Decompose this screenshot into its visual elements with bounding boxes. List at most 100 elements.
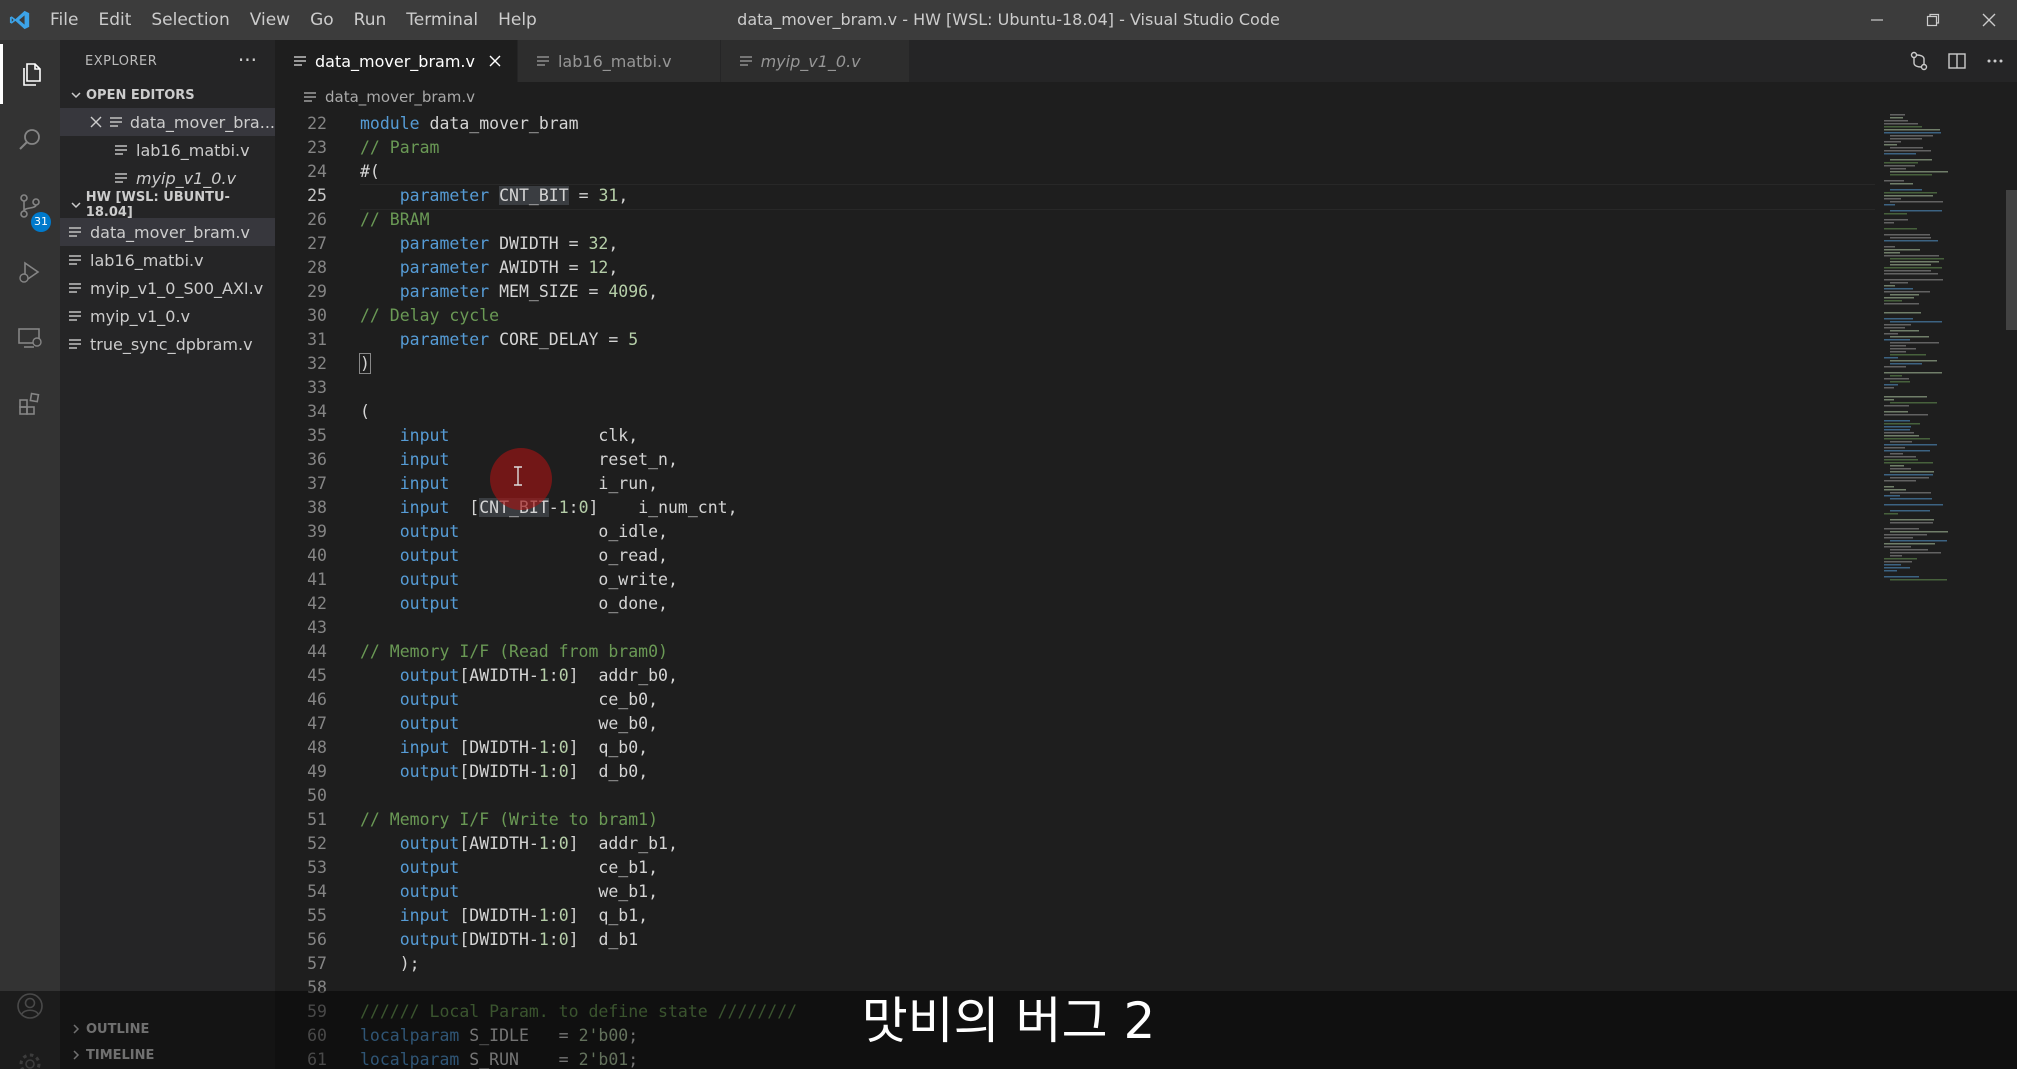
code-line[interactable]: 54 output we_b1, (275, 880, 1875, 904)
minimap-line (1884, 291, 1930, 293)
more-actions-button[interactable]: ··· (238, 48, 257, 72)
restore-button[interactable] (1905, 0, 1961, 40)
minimap-line (1890, 183, 1913, 185)
minimap-line (1890, 258, 1944, 260)
code-line[interactable]: 24 #( (275, 160, 1875, 184)
run-debug-button[interactable] (0, 242, 60, 302)
line-text: parameter CORE_DELAY = 5 (360, 328, 638, 352)
explorer-button[interactable] (0, 44, 60, 104)
close-tab-icon[interactable] (487, 54, 503, 68)
menu-selection[interactable]: Selection (141, 0, 239, 40)
code-line[interactable]: 50 (275, 784, 1875, 808)
code-line[interactable]: 26 // BRAM (275, 208, 1875, 232)
remote-explorer-button[interactable] (0, 308, 60, 368)
minimap-line (1884, 300, 1902, 302)
minimap-line (1890, 135, 1933, 137)
code-line[interactable]: 51 // Memory I/F (Write to bram1) (275, 808, 1875, 832)
code-line[interactable]: 23 // Param (275, 136, 1875, 160)
menu-view[interactable]: View (240, 0, 300, 40)
code-line[interactable]: 57 ); (275, 952, 1875, 976)
menu-file[interactable]: File (40, 0, 88, 40)
code-line[interactable]: 42 output o_done, (275, 592, 1875, 616)
scrollbar-thumb[interactable] (2006, 190, 2017, 330)
code-token: // Memory I/F (Write to bram1) (360, 810, 659, 829)
code-line[interactable]: 39 output o_idle, (275, 520, 1875, 544)
code-editor[interactable]: 22 module data_mover_bram 23 // Param 24 #(25… (275, 112, 2017, 1069)
code-line[interactable]: 25 parameter CNT_BIT = 31, (275, 184, 1875, 210)
open-editors-title: OPEN EDITORS (86, 87, 195, 103)
minimap-line (1884, 459, 1918, 461)
line-text: output[AWIDTH-1:0] addr_b0, (360, 664, 678, 688)
menu-terminal[interactable]: Terminal (396, 0, 488, 40)
code-line[interactable]: 53 output ce_b1, (275, 856, 1875, 880)
code-line[interactable]: 43 (275, 616, 1875, 640)
open-editor-item[interactable]: lab16_matbi.v (60, 136, 275, 164)
file-item[interactable]: lab16_matbi.v (60, 246, 275, 274)
code-token: , (608, 234, 619, 253)
file-item[interactable]: true_sync_dpbram.v (60, 330, 275, 358)
code-line[interactable]: 41 output o_write, (275, 568, 1875, 592)
menu-help[interactable]: Help (488, 0, 547, 40)
code-token: ) (359, 353, 371, 374)
code-line[interactable]: 22 module data_mover_bram (275, 112, 1875, 136)
line-number: 50 (307, 786, 327, 805)
code-line[interactable]: 30 // Delay cycle (275, 304, 1875, 328)
open-editor-item[interactable]: myip_v1_0.v (60, 164, 275, 192)
code-line[interactable]: 28 parameter AWIDTH = 12, (275, 256, 1875, 280)
code-line[interactable]: 33 (275, 376, 1875, 400)
minimize-button[interactable] (1849, 0, 1905, 40)
menu-run[interactable]: Run (344, 0, 397, 40)
menu-edit[interactable]: Edit (88, 0, 141, 40)
code-line[interactable]: 49 output[DWIDTH-1:0] d_b0, (275, 760, 1875, 784)
minimap-line (1884, 204, 1895, 206)
split-editor-icon[interactable] (1947, 51, 1967, 71)
open-changes-icon[interactable] (1909, 51, 1929, 71)
chevron-down-icon (66, 89, 86, 101)
file-item[interactable]: myip_v1_0_S00_AXI.v (60, 274, 275, 302)
code-line[interactable]: 45 output[AWIDTH-1:0] addr_b0, (275, 664, 1875, 688)
file-item[interactable]: data_mover_bram.v (60, 218, 275, 246)
breadcrumb-file: data_mover_bram.v (325, 88, 475, 106)
file-item[interactable]: myip_v1_0.v (60, 302, 275, 330)
code-line[interactable]: 40 output o_read, (275, 544, 1875, 568)
minimap-line (1884, 285, 1895, 287)
close-editor-icon[interactable] (88, 115, 105, 129)
code-line[interactable]: 47 output we_b0, (275, 712, 1875, 736)
search-button[interactable] (0, 110, 60, 170)
tab-lab16-matbi[interactable]: lab16_matbi.v (517, 40, 721, 82)
minimap-line (1890, 336, 1929, 338)
extensions-button[interactable] (0, 374, 60, 434)
minimap-line (1884, 240, 1938, 242)
code-line[interactable]: 48 input [DWIDTH-1:0] q_b0, (275, 736, 1875, 760)
close-icon (1982, 13, 1996, 27)
more-icon[interactable] (1985, 51, 2005, 71)
tab-myip-v1-0[interactable]: myip_v1_0.v (720, 40, 910, 82)
source-control-button[interactable]: 31 (0, 176, 60, 236)
file-lines-icon (66, 309, 84, 323)
code-line[interactable]: 35 input clk, (275, 424, 1875, 448)
code-line[interactable]: 34 ( (275, 400, 1875, 424)
open-editors-header[interactable]: OPEN EDITORS (60, 82, 275, 108)
menu-go[interactable]: Go (300, 0, 344, 40)
code-line[interactable]: 32) (275, 352, 1875, 376)
code-line[interactable]: 52 output[AWIDTH-1:0] addr_b1, (275, 832, 1875, 856)
code-line[interactable]: 31 parameter CORE_DELAY = 5 (275, 328, 1875, 352)
code-line[interactable]: 55 input [DWIDTH-1:0] q_b1, (275, 904, 1875, 928)
code-line[interactable]: 44 // Memory I/F (Read from bram0) (275, 640, 1875, 664)
open-editor-item[interactable]: data_mover_bra... (60, 108, 275, 136)
minimap-line (1890, 354, 1926, 356)
search-icon (19, 129, 40, 150)
workspace-header[interactable]: HW [WSL: UBUNTU-18.04] (60, 190, 275, 220)
breadcrumb[interactable]: data_mover_bram.v (275, 82, 2017, 112)
code-line[interactable]: 27 parameter DWIDTH = 32, (275, 232, 1875, 256)
code-token: input (399, 906, 450, 925)
minimap-line (1890, 402, 1937, 404)
code-line[interactable]: 46 output ce_b0, (275, 688, 1875, 712)
tab-data-mover-bram[interactable]: data_mover_bram.v (275, 40, 518, 82)
minimap[interactable] (1880, 112, 2000, 592)
code-line[interactable]: 56 output[DWIDTH-1:0] d_b1 (275, 928, 1875, 952)
code-token: [AWIDTH- (459, 834, 539, 853)
close-window-button[interactable] (1961, 0, 2017, 40)
code-line[interactable]: 29 parameter MEM_SIZE = 4096, (275, 280, 1875, 304)
minimap-line (1884, 339, 1910, 341)
